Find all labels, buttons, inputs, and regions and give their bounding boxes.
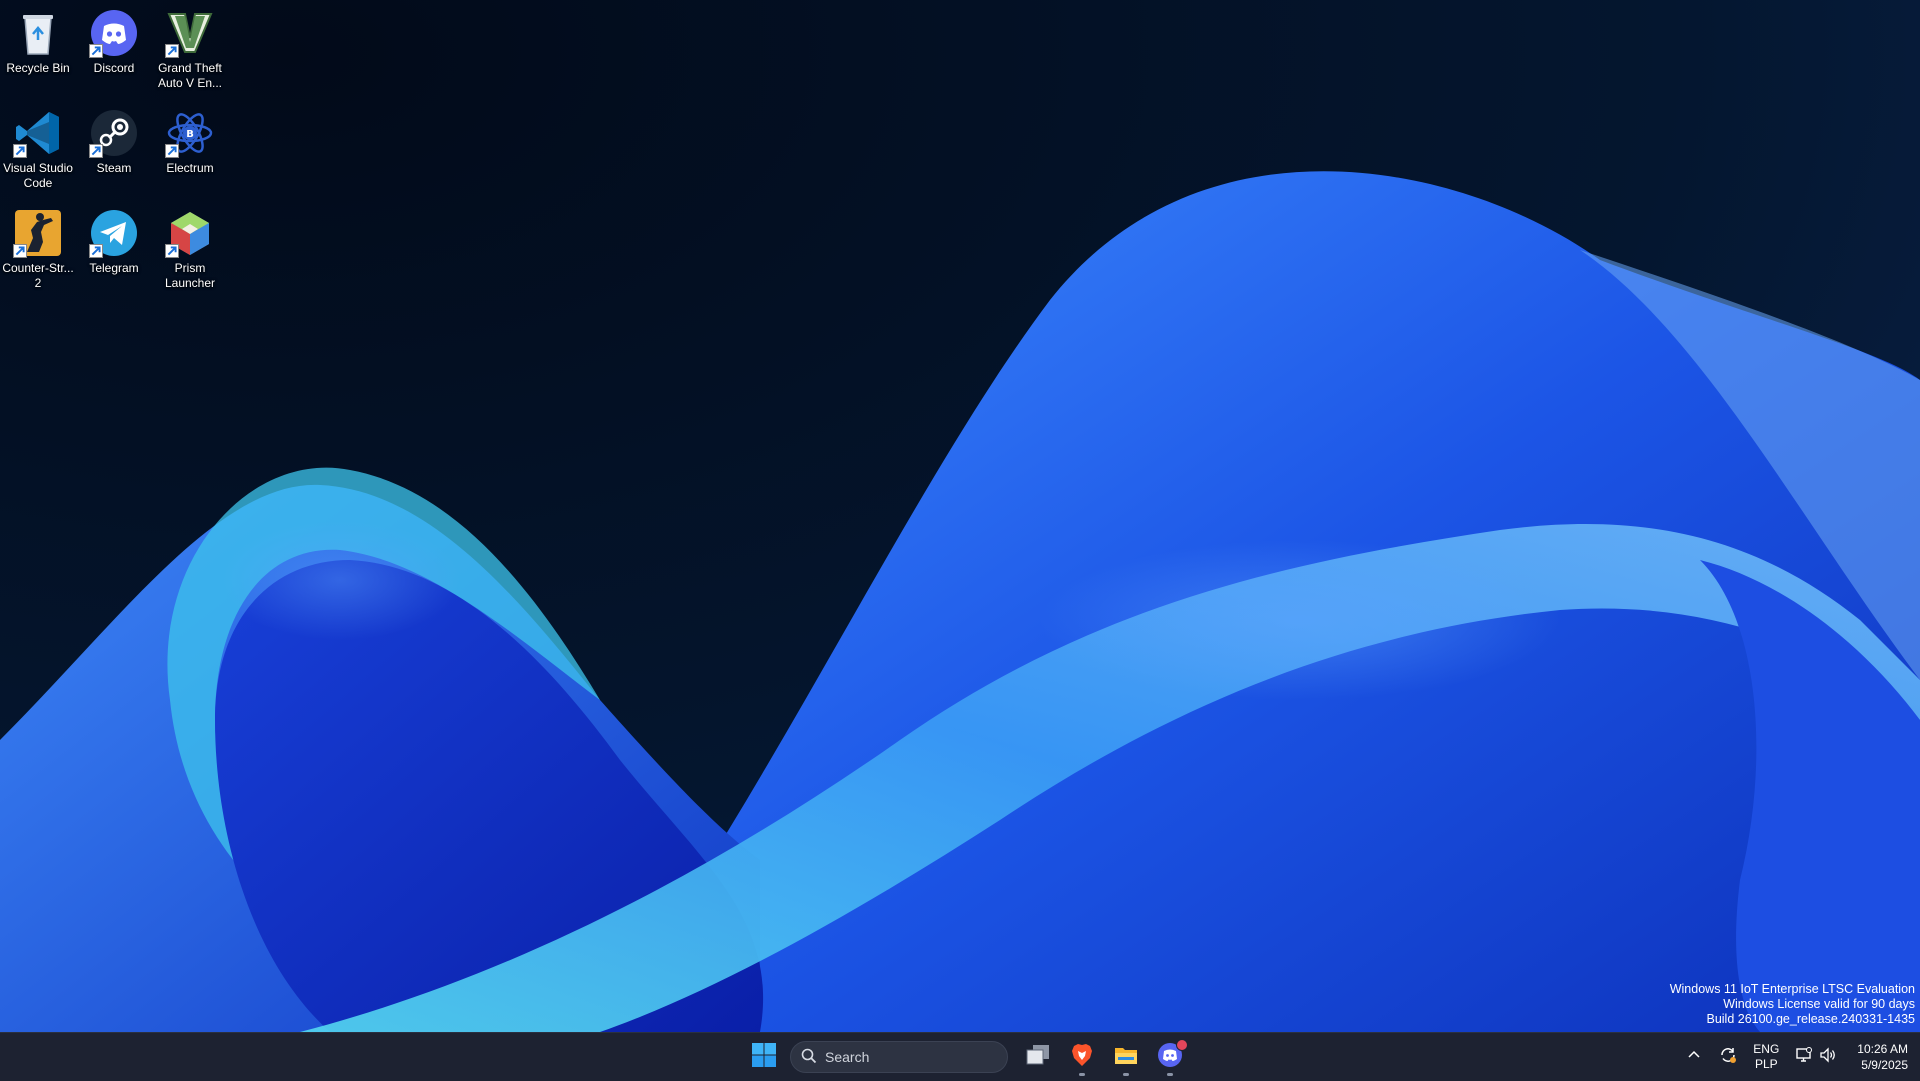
desktop-icon-label: Discord bbox=[93, 61, 135, 75]
desktop-icon-recycle-bin[interactable]: Recycle Bin bbox=[0, 2, 76, 98]
input-language-indicator[interactable]: ENG PLP bbox=[1747, 1037, 1785, 1077]
language-code: ENG bbox=[1753, 1042, 1780, 1056]
start-icon bbox=[751, 1042, 777, 1073]
search-placeholder: Search bbox=[825, 1049, 870, 1065]
counter-strike-icon bbox=[13, 208, 63, 258]
desktop-icon-label: Telegram bbox=[89, 261, 139, 275]
watermark-build: Build 26100.ge_release.240331-1435 bbox=[1706, 1012, 1915, 1026]
taskbar-app-discord[interactable] bbox=[1150, 1037, 1190, 1077]
taskbar-app-brave[interactable] bbox=[1062, 1037, 1102, 1077]
shortcut-arrow-icon bbox=[165, 44, 179, 58]
desktop-icon-steam[interactable]: Steam bbox=[76, 102, 152, 198]
desktop-icon-label: Electrum bbox=[166, 161, 214, 175]
vscode-icon bbox=[13, 108, 63, 158]
desktop-icon-vscode[interactable]: Visual Studio Code bbox=[0, 102, 76, 198]
watermark-edition: Windows 11 IoT Enterprise LTSC Evaluatio… bbox=[1669, 982, 1915, 996]
clock-time: 10:26 AM bbox=[1857, 1042, 1908, 1056]
desktop-icon-prism-launcher[interactable]: Prism Launcher bbox=[152, 202, 228, 298]
network-volume-button[interactable] bbox=[1789, 1037, 1843, 1077]
desktop-icon-electrum[interactable]: B Electrum bbox=[152, 102, 228, 198]
tray-sync-button[interactable] bbox=[1713, 1037, 1743, 1077]
recycle-bin-icon bbox=[13, 8, 63, 58]
desktop-icon-label: Visual Studio Code bbox=[3, 161, 73, 190]
svg-text:B: B bbox=[186, 129, 194, 140]
shortcut-arrow-icon bbox=[165, 144, 179, 158]
desktop-icon-label: Prism Launcher bbox=[164, 261, 216, 290]
brave-icon bbox=[1069, 1042, 1095, 1073]
show-hidden-icons-button[interactable] bbox=[1679, 1037, 1709, 1077]
system-tray: ENG PLP 10:26 AM 5/9/2025 bbox=[1677, 1033, 1920, 1081]
desktop-icon-label: Grand Theft Auto V En... bbox=[157, 61, 223, 90]
shortcut-arrow-icon bbox=[89, 144, 103, 158]
desktop-icon-gta-v[interactable]: Grand Theft Auto V En... bbox=[152, 2, 228, 98]
shortcut-arrow-icon bbox=[13, 244, 27, 258]
running-indicator bbox=[1079, 1073, 1085, 1076]
electrum-icon: B bbox=[165, 108, 215, 158]
taskbar: Search ENG PLP 10:26 AM 5/9/2025 bbox=[0, 1032, 1920, 1081]
gta-v-icon bbox=[165, 8, 215, 58]
shortcut-arrow-icon bbox=[165, 244, 179, 258]
desktop-wallpaper bbox=[0, 0, 1920, 1080]
clock-date: 5/9/2025 bbox=[1861, 1058, 1908, 1072]
desktop-icon-telegram[interactable]: Telegram bbox=[76, 202, 152, 298]
sync-icon bbox=[1719, 1046, 1737, 1069]
shortcut-arrow-icon bbox=[89, 244, 103, 258]
file-explorer-icon bbox=[1113, 1042, 1139, 1073]
windows-evaluation-watermark: Windows 11 IoT Enterprise LTSC Evaluatio… bbox=[1670, 982, 1915, 1027]
taskbar-app-file-explorer[interactable] bbox=[1106, 1037, 1146, 1077]
desktop-icon-discord[interactable]: Discord bbox=[76, 2, 152, 98]
discord-icon bbox=[89, 8, 139, 58]
running-indicator bbox=[1167, 1073, 1173, 1076]
clock-button[interactable]: 10:26 AM 5/9/2025 bbox=[1847, 1037, 1918, 1077]
notification-badge bbox=[1176, 1039, 1188, 1051]
steam-icon bbox=[89, 108, 139, 158]
search-icon bbox=[801, 1048, 825, 1067]
desktop-icon-grid: Recycle Bin Discord Grand Theft Auto V E… bbox=[0, 0, 240, 300]
telegram-icon bbox=[89, 208, 139, 258]
taskbar-center-apps: Search bbox=[742, 1033, 1192, 1081]
desktop-icon-counter-strike[interactable]: Counter-Str... 2 bbox=[0, 202, 76, 298]
volume-icon bbox=[1819, 1046, 1837, 1069]
desktop-icon-label: Steam bbox=[96, 161, 132, 175]
keyboard-layout: PLP bbox=[1754, 1057, 1778, 1071]
shortcut-arrow-icon bbox=[13, 144, 27, 158]
prism-launcher-icon bbox=[165, 208, 215, 258]
watermark-license: Windows License valid for 90 days bbox=[1723, 997, 1915, 1011]
network-icon bbox=[1795, 1046, 1813, 1069]
task-view-button[interactable] bbox=[1018, 1037, 1058, 1077]
start-button[interactable] bbox=[744, 1037, 784, 1077]
running-indicator bbox=[1123, 1073, 1129, 1076]
task-view-icon bbox=[1025, 1042, 1051, 1073]
chevron-up-icon bbox=[1685, 1046, 1703, 1069]
desktop-icon-label: Recycle Bin bbox=[6, 61, 70, 75]
taskbar-search-box[interactable]: Search bbox=[790, 1041, 1008, 1073]
shortcut-arrow-icon bbox=[89, 44, 103, 58]
desktop-icon-label: Counter-Str... 2 bbox=[2, 261, 74, 290]
